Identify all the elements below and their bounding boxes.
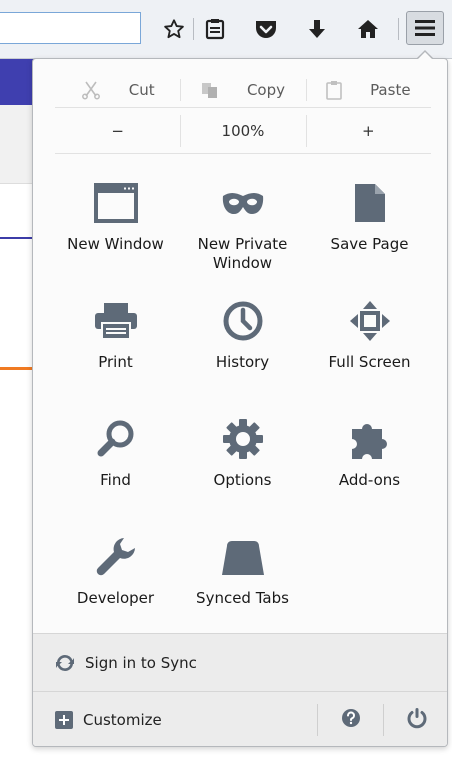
customize-bar: Customize	[33, 691, 447, 746]
printer-icon	[92, 297, 140, 345]
cut-button[interactable]: Cut	[55, 73, 180, 107]
customize-button[interactable]: Customize	[83, 711, 162, 729]
navigation-toolbar	[0, 0, 452, 59]
save-page-button[interactable]: Save Page	[306, 167, 433, 285]
developer-label: Developer	[76, 589, 155, 607]
mask-icon	[219, 179, 267, 227]
paste-label: Paste	[370, 81, 411, 99]
synced-tabs-button[interactable]: Synced Tabs	[179, 521, 306, 639]
wrench-icon	[92, 533, 140, 581]
sign-in-to-sync-button[interactable]: Sign in to Sync	[33, 633, 447, 691]
new-private-window-label: New Private Window	[197, 235, 288, 272]
fullscreen-icon	[346, 297, 394, 345]
footer-separator	[317, 704, 318, 736]
history-button[interactable]: History	[179, 285, 306, 403]
options-button[interactable]: Options	[179, 403, 306, 521]
synced-tabs-icon	[219, 533, 267, 581]
download-icon[interactable]	[300, 12, 334, 46]
power-icon	[406, 707, 428, 733]
copy-label: Copy	[246, 81, 286, 99]
pocket-icon[interactable]	[249, 12, 283, 46]
zoom-in-button[interactable]: +	[305, 109, 431, 153]
print-label: Print	[98, 353, 133, 371]
find-button[interactable]: Find	[52, 403, 179, 521]
new-private-window-button[interactable]: New Private Window	[179, 167, 306, 285]
window-icon	[92, 179, 140, 227]
copy-icon	[201, 81, 219, 99]
cut-label: Cut	[128, 81, 155, 99]
hamburger-menu-icon[interactable]	[406, 11, 444, 45]
zoom-controls: − 100% +	[55, 109, 431, 154]
developer-button[interactable]: Developer	[52, 521, 179, 639]
main-menu-panel: Cut Copy Paste − 100% + New Window New P…	[32, 58, 448, 747]
url-bar[interactable]	[0, 12, 141, 44]
help-button[interactable]	[319, 692, 383, 746]
paste-button[interactable]: Paste	[305, 73, 431, 107]
quit-button[interactable]	[385, 692, 447, 746]
zoom-reset-button[interactable]: 100%	[180, 109, 305, 153]
footer-separator	[383, 704, 384, 736]
new-window-label: New Window	[67, 235, 164, 253]
panel-arrow-inner	[417, 52, 433, 60]
toolbar-separator	[193, 18, 194, 40]
page-rule-orange	[0, 367, 34, 370]
print-button[interactable]: Print	[52, 285, 179, 403]
add-ons-button[interactable]: Add-ons	[306, 403, 433, 521]
puzzle-icon	[346, 415, 394, 463]
new-window-button[interactable]: New Window	[52, 167, 179, 285]
history-label: History	[215, 353, 270, 371]
reading-list-icon[interactable]	[198, 12, 232, 46]
sync-label: Sign in to Sync	[85, 653, 197, 672]
plus-box-icon[interactable]	[55, 710, 73, 729]
zoom-out-button[interactable]: −	[55, 109, 180, 153]
options-label: Options	[213, 471, 272, 489]
page-subheader	[0, 105, 34, 184]
help-icon	[341, 708, 361, 732]
add-ons-label: Add-ons	[338, 471, 401, 489]
page-rule-blue	[0, 237, 34, 239]
gear-icon	[219, 415, 267, 463]
scissors-icon	[81, 80, 101, 100]
menu-grid: New Window New Private Window Save Page …	[33, 167, 447, 639]
full-screen-label: Full Screen	[328, 353, 411, 371]
full-screen-button[interactable]: Full Screen	[306, 285, 433, 403]
sync-icon	[55, 653, 75, 673]
page-header-band	[0, 59, 34, 105]
home-icon[interactable]	[351, 12, 385, 46]
clock-icon	[219, 297, 267, 345]
star-icon[interactable]	[157, 12, 191, 46]
synced-tabs-label: Synced Tabs	[196, 589, 289, 607]
copy-button[interactable]: Copy	[180, 73, 305, 107]
page-icon	[346, 179, 394, 227]
edit-controls: Cut Copy Paste	[55, 73, 431, 108]
clipboard-icon	[326, 80, 342, 100]
save-page-label: Save Page	[330, 235, 409, 253]
toolbar-separator	[398, 18, 399, 40]
find-label: Find	[100, 471, 131, 489]
magnifier-icon	[92, 415, 140, 463]
